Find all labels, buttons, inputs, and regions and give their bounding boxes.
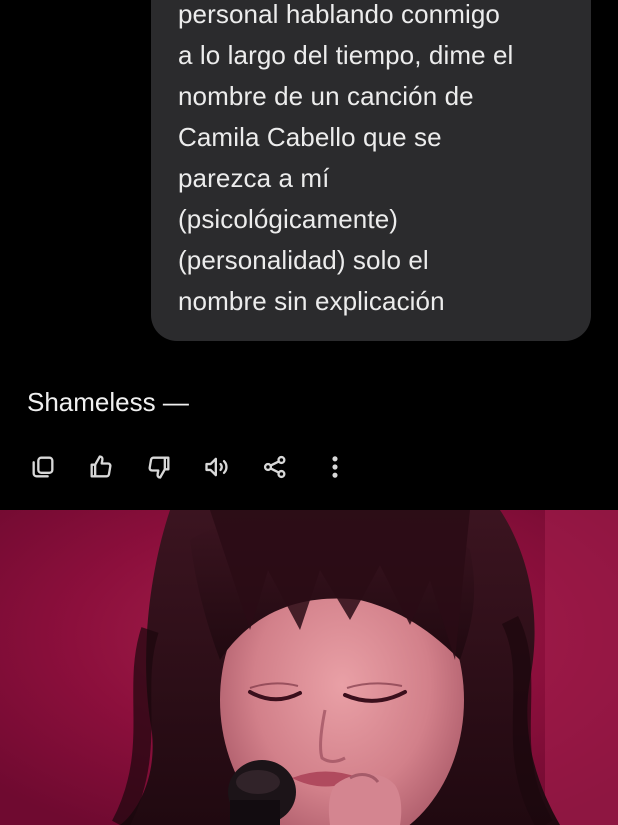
read-aloud-button[interactable]	[198, 448, 236, 486]
read-aloud-icon	[205, 457, 228, 477]
user-message-line: personal hablando conmigo	[178, 0, 500, 29]
video-thumbnail-image	[0, 510, 618, 825]
user-message-text: personal hablando conmigo a lo largo del…	[178, 0, 575, 322]
user-message-line: Camila Cabello que se	[178, 122, 442, 152]
thumbs-down-button[interactable]	[140, 448, 178, 486]
user-message-line: nombre de un canción de	[178, 81, 474, 111]
share-button[interactable]	[256, 448, 294, 486]
more-options-button[interactable]	[316, 448, 354, 486]
user-message-bubble: personal hablando conmigo a lo largo del…	[151, 0, 591, 341]
video-frame[interactable]	[0, 510, 618, 825]
share-icon	[263, 455, 286, 479]
thumbs-down-icon	[148, 456, 170, 479]
more-options-icon	[332, 456, 338, 478]
user-message-line: (psicológicamente)	[178, 204, 399, 234]
user-message-line: parezca a mí	[178, 163, 330, 193]
response-action-bar	[24, 448, 364, 486]
chat-screen: personal hablando conmigo a lo largo del…	[0, 0, 618, 825]
user-message-line: (personalidad) solo el	[178, 245, 429, 275]
thumbs-up-button[interactable]	[82, 448, 120, 486]
assistant-reply-text: Shameless —	[27, 387, 189, 417]
thumbs-up-icon	[90, 455, 112, 478]
copy-icon	[32, 456, 54, 478]
copy-button[interactable]	[24, 448, 62, 486]
user-message-line: nombre sin explicación	[178, 286, 445, 316]
user-message-line: a lo largo del tiempo, dime el	[178, 40, 514, 70]
